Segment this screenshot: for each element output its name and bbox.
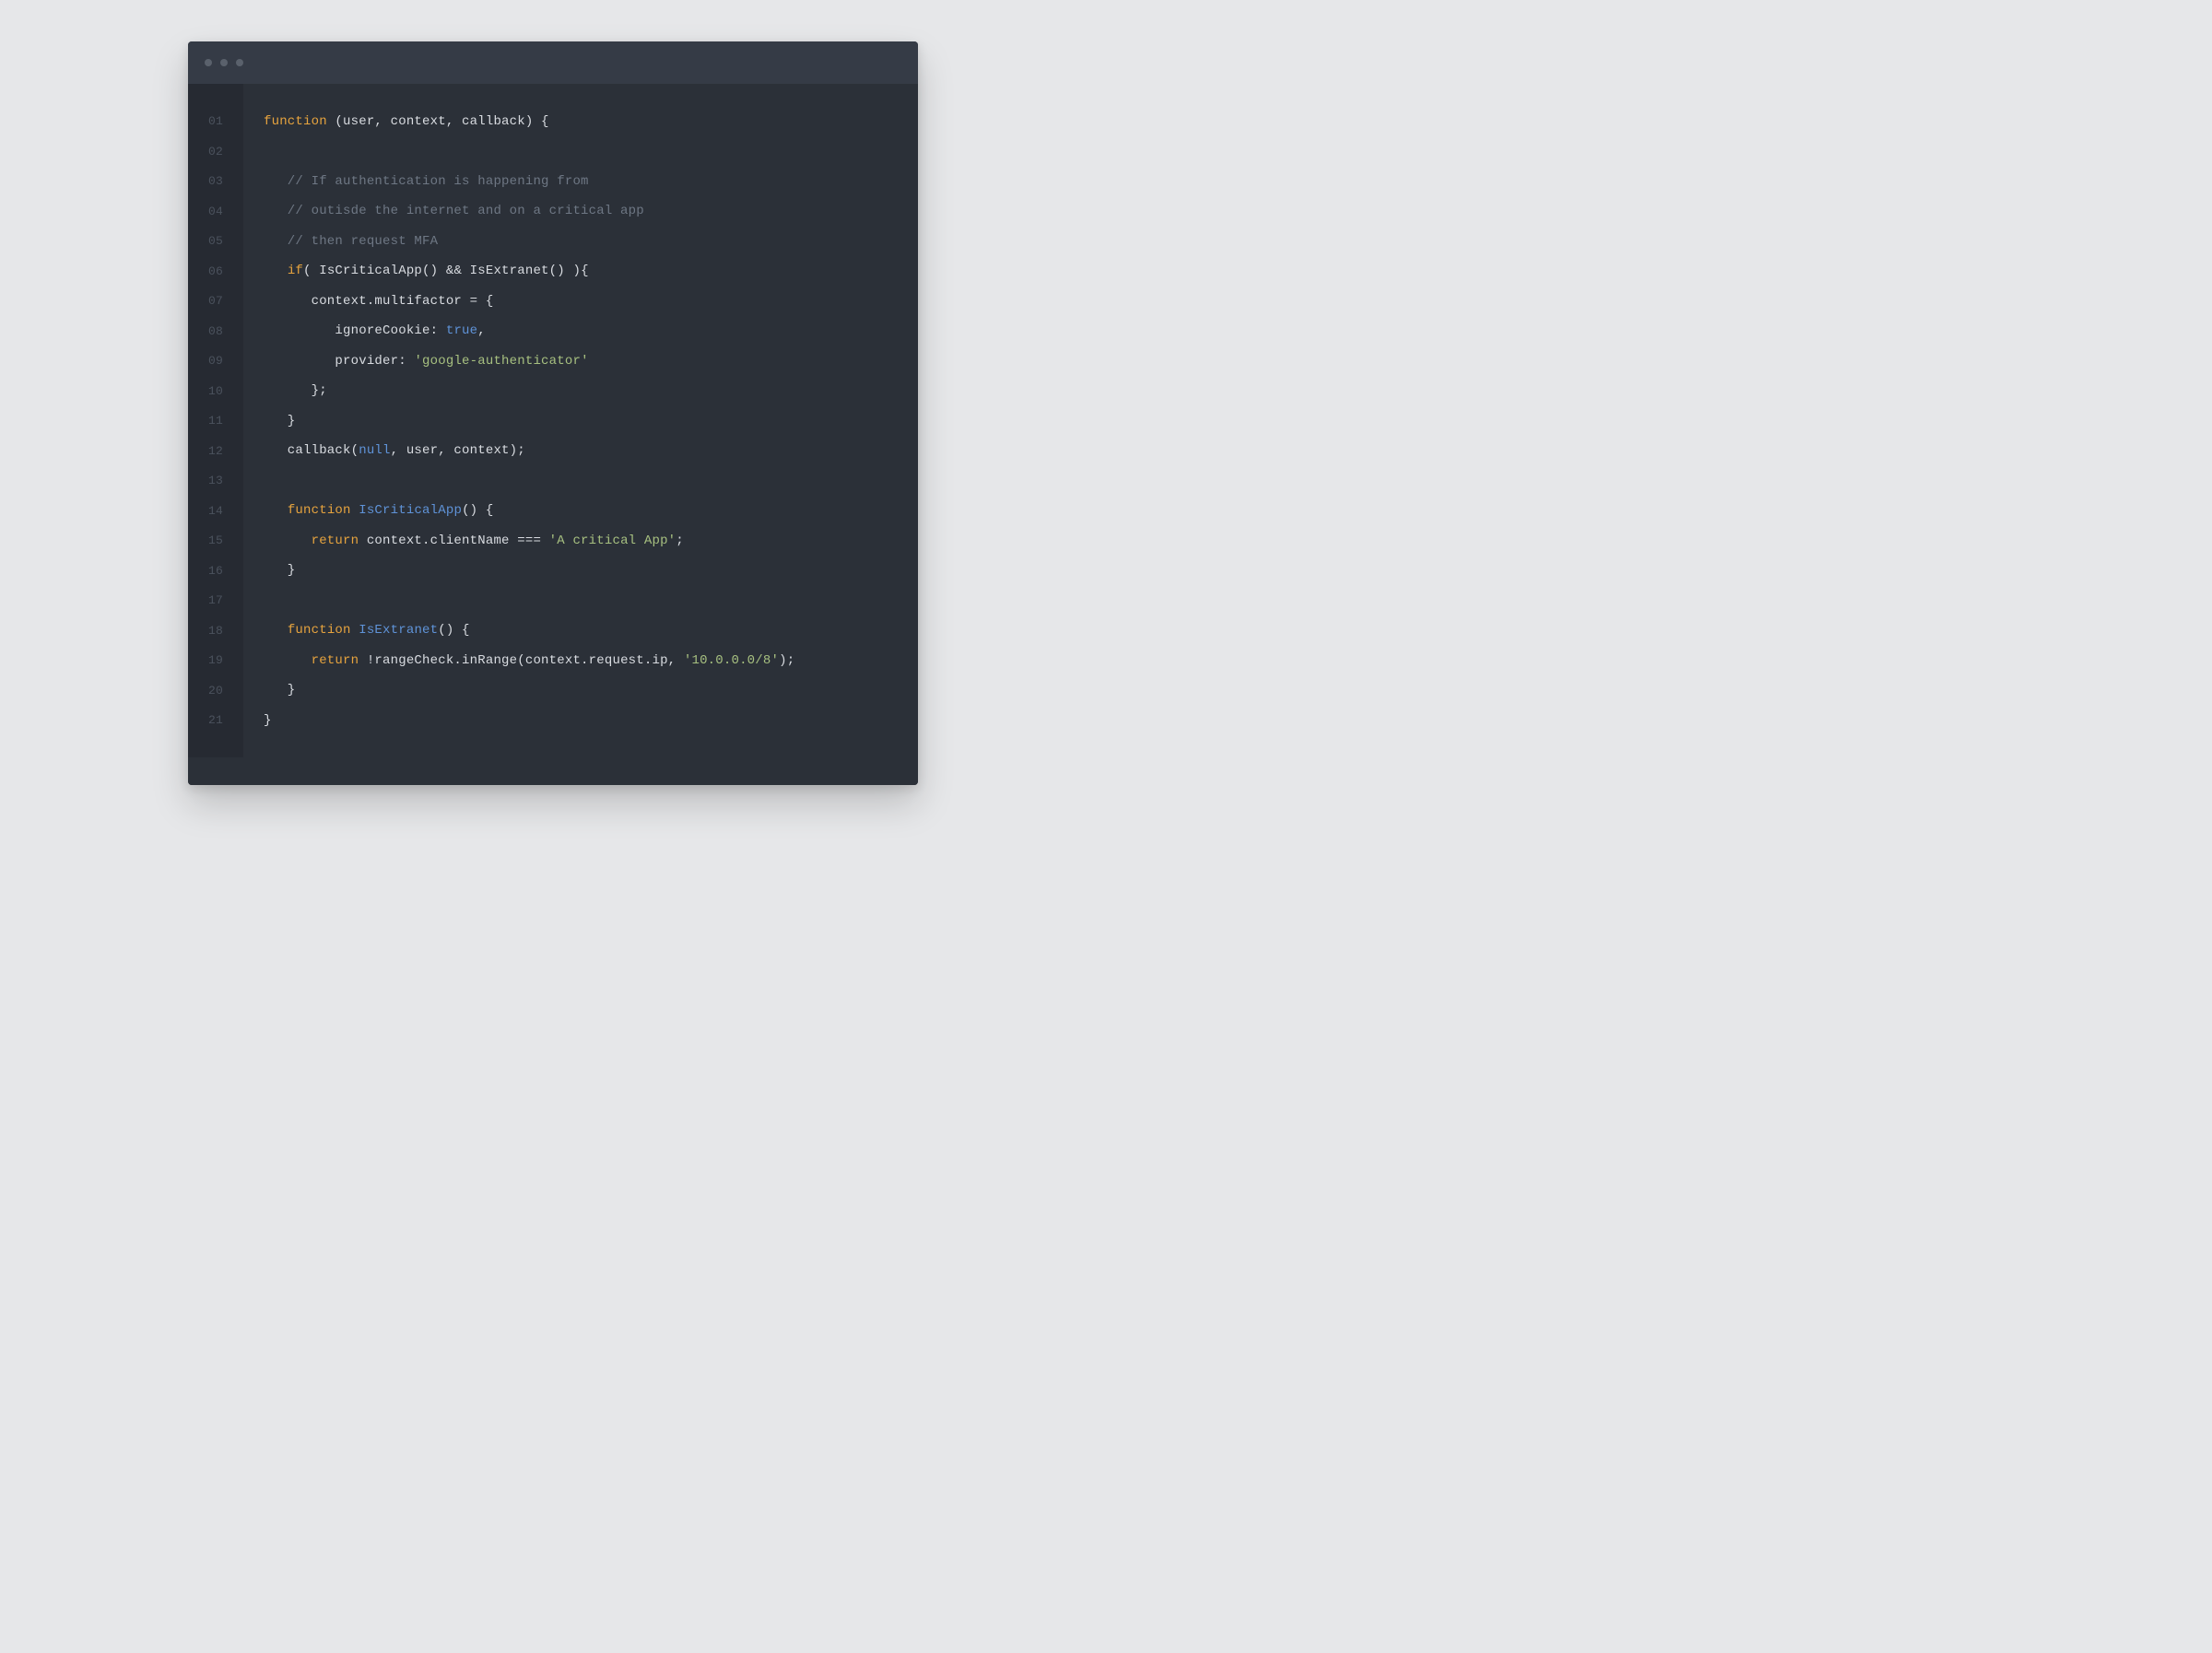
token-default: ( IsCriticalApp() && IsExtranet() ){: [303, 264, 589, 278]
code-line[interactable]: ignoreCookie: true,: [264, 316, 918, 346]
line-number: 08: [188, 316, 243, 346]
line-number: 19: [188, 645, 243, 675]
token-null: null: [359, 443, 390, 458]
code-line[interactable]: callback(null, user, context);: [264, 436, 918, 466]
token-default: [351, 503, 359, 518]
token-default: , user, context);: [391, 443, 525, 458]
line-number: 16: [188, 556, 243, 586]
line-number: 02: [188, 136, 243, 167]
code-line[interactable]: }: [264, 405, 918, 436]
code-line[interactable]: context.multifactor = {: [264, 286, 918, 316]
code-line[interactable]: function IsExtranet() {: [264, 615, 918, 646]
token-keyword: return: [312, 533, 359, 548]
token-keyword: function: [288, 503, 351, 518]
editor-body: 0102030405060708091011121314151617181920…: [188, 84, 918, 785]
token-default: ;: [676, 533, 684, 548]
line-number: 14: [188, 496, 243, 526]
token-string: '10.0.0.0/8': [684, 653, 779, 668]
token-default: ,: [477, 323, 486, 338]
code-line[interactable]: }: [264, 675, 918, 706]
code-line[interactable]: function (user, context, callback) {: [264, 106, 918, 136]
code-line[interactable]: // If authentication is happening from: [264, 166, 918, 196]
token-comment: // then request MFA: [264, 234, 438, 249]
code-line[interactable]: return !rangeCheck.inRange(context.reque…: [264, 645, 918, 675]
code-line[interactable]: // outisde the internet and on a critica…: [264, 196, 918, 227]
token-keyword: return: [312, 653, 359, 668]
line-number: 17: [188, 585, 243, 615]
token-default: [264, 623, 288, 638]
line-number: 18: [188, 615, 243, 646]
token-default: }: [264, 713, 272, 728]
token-comment: // outisde the internet and on a critica…: [264, 204, 644, 218]
line-number: 04: [188, 196, 243, 227]
token-bool: true: [446, 323, 477, 338]
line-number: 01: [188, 106, 243, 136]
line-number: 13: [188, 465, 243, 496]
line-number: 03: [188, 166, 243, 196]
token-default: provider:: [264, 354, 414, 369]
token-comment: // If authentication is happening from: [264, 174, 589, 189]
code-line[interactable]: function IsCriticalApp() {: [264, 496, 918, 526]
token-default: [264, 653, 312, 668]
window-titlebar: [188, 41, 918, 84]
line-number: 15: [188, 525, 243, 556]
token-default: [264, 533, 312, 548]
token-keyword: function: [264, 114, 327, 129]
token-string: 'A critical App': [549, 533, 677, 548]
token-fn: IsExtranet: [359, 623, 438, 638]
token-default: }: [264, 563, 295, 578]
line-number: 09: [188, 346, 243, 376]
line-number: 21: [188, 705, 243, 735]
token-default: [264, 503, 288, 518]
line-number: 05: [188, 226, 243, 256]
maximize-icon[interactable]: [236, 59, 243, 66]
line-number: 12: [188, 436, 243, 466]
code-line[interactable]: [264, 465, 918, 496]
code-line[interactable]: return context.clientName === 'A critica…: [264, 525, 918, 556]
token-keyword: if: [288, 264, 303, 278]
code-line[interactable]: // then request MFA: [264, 226, 918, 256]
code-line[interactable]: if( IsCriticalApp() && IsExtranet() ){: [264, 256, 918, 287]
token-default: [351, 623, 359, 638]
token-fn: IsCriticalApp: [359, 503, 462, 518]
line-number: 07: [188, 286, 243, 316]
code-line[interactable]: };: [264, 376, 918, 406]
token-default: () {: [438, 623, 469, 638]
line-number: 20: [188, 675, 243, 706]
line-number: 10: [188, 376, 243, 406]
token-default: }: [264, 414, 295, 428]
minimize-icon[interactable]: [220, 59, 228, 66]
token-default: ignoreCookie:: [264, 323, 446, 338]
code-editor-window: 0102030405060708091011121314151617181920…: [188, 41, 918, 785]
token-default: context.multifactor = {: [264, 294, 493, 309]
token-default: () {: [462, 503, 493, 518]
token-default: [264, 264, 288, 278]
token-default: };: [264, 383, 327, 398]
close-icon[interactable]: [205, 59, 212, 66]
code-area[interactable]: function (user, context, callback) { // …: [243, 84, 918, 757]
token-default: !rangeCheck.inRange(context.request.ip,: [359, 653, 684, 668]
line-number: 06: [188, 256, 243, 287]
line-number: 11: [188, 405, 243, 436]
line-number-gutter: 0102030405060708091011121314151617181920…: [188, 84, 243, 757]
code-line[interactable]: }: [264, 556, 918, 586]
code-line[interactable]: [264, 585, 918, 615]
token-default: context.clientName ===: [359, 533, 548, 548]
token-string: 'google-authenticator': [414, 354, 588, 369]
code-line[interactable]: }: [264, 705, 918, 735]
token-keyword: function: [288, 623, 351, 638]
token-default: }: [264, 683, 295, 698]
code-line[interactable]: provider: 'google-authenticator': [264, 346, 918, 376]
token-default: callback(: [264, 443, 359, 458]
code-line[interactable]: [264, 136, 918, 167]
token-default: );: [779, 653, 794, 668]
token-default: (user, context, callback) {: [327, 114, 549, 129]
